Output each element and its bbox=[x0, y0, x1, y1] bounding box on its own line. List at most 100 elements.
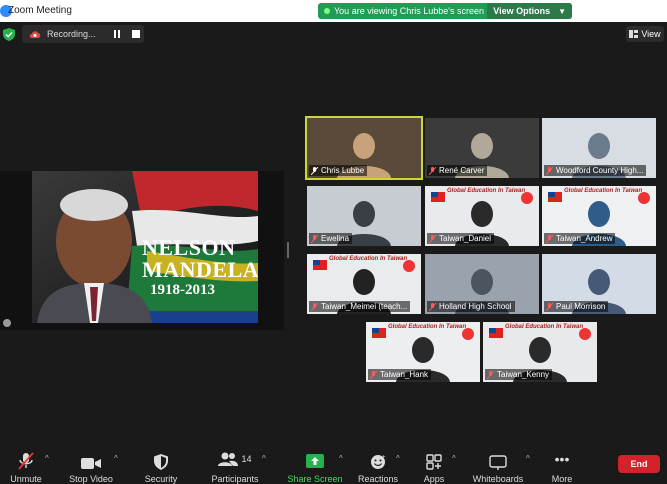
participant-name: Taiwan_Meimei (teach... bbox=[321, 302, 408, 311]
security-shield-icon[interactable] bbox=[3, 28, 15, 41]
reactions-label: Reactions bbox=[357, 474, 399, 484]
microphone-muted-icon bbox=[18, 452, 34, 470]
more-dots-icon: ••• bbox=[554, 451, 570, 467]
participant-tile[interactable]: Global Education In Taiwan Taiwan_Kenny bbox=[483, 322, 597, 382]
participants-label: Participants bbox=[211, 474, 259, 484]
viewing-share-banner: You are viewing Chris Lubbe's screen Vie… bbox=[318, 3, 572, 19]
participants-button[interactable]: 14 Participants bbox=[210, 444, 260, 484]
resize-handle[interactable] bbox=[287, 242, 289, 258]
view-button-label: View bbox=[641, 29, 661, 39]
share-options-chevron-icon[interactable]: ^ bbox=[339, 454, 343, 463]
participant-name: Ewelina bbox=[321, 234, 350, 243]
participant-name: Taiwan_Kenny bbox=[497, 370, 550, 379]
whiteboards-options-chevron-icon[interactable]: ^ bbox=[526, 454, 530, 463]
slide-title: NELSON MANDELA bbox=[142, 237, 258, 281]
participant-name-label: Taiwan_Andrew bbox=[544, 233, 616, 244]
microphone-muted-icon bbox=[429, 302, 436, 311]
participant-name: Taiwan_Andrew bbox=[556, 234, 613, 243]
whiteboards-label: Whiteboards bbox=[472, 474, 524, 484]
microphone-muted-icon bbox=[546, 302, 553, 311]
slide-title-line2: MANDELA bbox=[142, 257, 258, 282]
whiteboards-button[interactable]: Whiteboards bbox=[470, 444, 526, 484]
stop-video-label: Stop Video bbox=[69, 474, 113, 484]
participant-tile[interactable]: Paul Morrison bbox=[542, 254, 656, 314]
more-label: More bbox=[551, 474, 573, 484]
pause-icon bbox=[114, 30, 120, 38]
slide-years: 1918-2013 bbox=[150, 282, 215, 298]
slide-image: NELSON MANDELA 1918-2013 bbox=[32, 171, 258, 323]
recording-label: Recording... bbox=[47, 29, 96, 39]
apps-icon bbox=[426, 454, 442, 470]
participant-tile[interactable]: Global Education In Taiwan Taiwan_Andrew bbox=[542, 186, 656, 246]
share-screen-icon bbox=[306, 454, 324, 468]
tile-banner-text: Global Education In Taiwan bbox=[447, 188, 526, 194]
participant-name-label: Chris Lubbe bbox=[309, 165, 368, 176]
participant-tile[interactable]: Global Education In Taiwan Taiwan_Daniel bbox=[425, 186, 539, 246]
participant-name: Paul Morrison bbox=[556, 302, 606, 311]
participant-tile[interactable]: Chris Lubbe bbox=[305, 116, 423, 180]
participant-name-label: Taiwan_Daniel bbox=[427, 233, 495, 244]
end-meeting-button[interactable]: End bbox=[618, 455, 660, 473]
participant-name-label: Taiwan_Meimei (teach... bbox=[309, 301, 411, 312]
tile-banner-text: Global Education In Taiwan bbox=[329, 256, 408, 262]
stop-icon bbox=[132, 30, 140, 38]
participants-count: 14 bbox=[241, 454, 252, 464]
stop-recording-button[interactable] bbox=[130, 28, 142, 40]
microphone-muted-icon bbox=[487, 370, 494, 379]
unmute-button[interactable]: Unmute bbox=[8, 444, 44, 484]
stop-video-button[interactable]: Stop Video bbox=[66, 444, 116, 484]
participant-name: Woodford County High... bbox=[556, 166, 644, 175]
participants-options-chevron-icon[interactable]: ^ bbox=[262, 454, 266, 463]
security-label: Security bbox=[144, 474, 178, 484]
participants-icon bbox=[218, 452, 239, 466]
microphone-muted-icon bbox=[370, 370, 377, 379]
presenter-logo-icon bbox=[3, 319, 11, 327]
participant-tile[interactable]: Global Education In Taiwan Taiwan_Meimei … bbox=[307, 254, 421, 314]
participant-tile[interactable]: Global Education In Taiwan Taiwan_Hank bbox=[366, 322, 480, 382]
share-status-icon bbox=[324, 8, 330, 14]
window-title: Zoom Meeting bbox=[8, 5, 72, 16]
participant-name: Chris Lubbe bbox=[321, 166, 365, 175]
video-camera-icon bbox=[81, 458, 101, 469]
reactions-button[interactable]: + Reactions bbox=[358, 444, 398, 484]
slide-title-line1: NELSON bbox=[142, 235, 236, 260]
share-banner-text: You are viewing Chris Lubbe's screen bbox=[334, 6, 484, 16]
participant-name-label: Ewelina bbox=[309, 233, 353, 244]
pause-recording-button[interactable] bbox=[111, 28, 123, 40]
shield-icon bbox=[154, 454, 168, 470]
apps-button[interactable]: Apps bbox=[420, 444, 448, 484]
participant-name: Taiwan_Daniel bbox=[439, 234, 492, 243]
participant-name-label: Paul Morrison bbox=[544, 301, 609, 312]
apps-options-chevron-icon[interactable]: ^ bbox=[452, 454, 456, 463]
participant-name-label: Taiwan_Kenny bbox=[485, 369, 553, 380]
shared-screen: NELSON MANDELA 1918-2013 bbox=[0, 171, 284, 330]
whiteboard-icon bbox=[489, 455, 507, 470]
microphone-muted-icon bbox=[311, 234, 318, 243]
reactions-options-chevron-icon[interactable]: ^ bbox=[396, 454, 400, 463]
microphone-muted-icon bbox=[311, 166, 318, 175]
share-screen-button[interactable]: Share Screen bbox=[287, 444, 343, 484]
participant-tile[interactable]: Woodford County High... bbox=[542, 118, 656, 178]
view-button[interactable]: View bbox=[626, 26, 664, 42]
participant-tile[interactable]: Holland High School bbox=[425, 254, 539, 314]
participant-name-label: René Carver bbox=[427, 165, 488, 176]
audio-options-chevron-icon[interactable]: ^ bbox=[45, 454, 49, 463]
svg-text:+: + bbox=[381, 454, 386, 461]
tile-banner-text: Global Education In Taiwan bbox=[388, 324, 467, 330]
apps-label: Apps bbox=[423, 474, 445, 484]
video-options-chevron-icon[interactable]: ^ bbox=[114, 454, 118, 463]
title-bar: Zoom Meeting You are viewing Chris Lubbe… bbox=[0, 0, 667, 22]
grid-view-icon bbox=[629, 30, 639, 38]
microphone-muted-icon bbox=[311, 302, 318, 311]
microphone-muted-icon bbox=[429, 166, 436, 175]
recording-indicator: Recording... bbox=[22, 25, 144, 43]
participant-tile[interactable]: René Carver bbox=[425, 118, 539, 178]
participant-tile[interactable]: Ewelina bbox=[307, 186, 421, 246]
participant-name: Holland High School bbox=[439, 302, 512, 311]
share-screen-label: Share Screen bbox=[287, 474, 343, 484]
security-button[interactable]: Security bbox=[142, 444, 180, 484]
more-button[interactable]: ••• More bbox=[548, 444, 576, 484]
meeting-toolbar: Unmute ^ Stop Video ^ Security 14 Partic… bbox=[0, 444, 667, 484]
chevron-down-icon: ▼ bbox=[558, 6, 566, 16]
view-options-button[interactable]: View Options ▼ bbox=[487, 3, 572, 19]
